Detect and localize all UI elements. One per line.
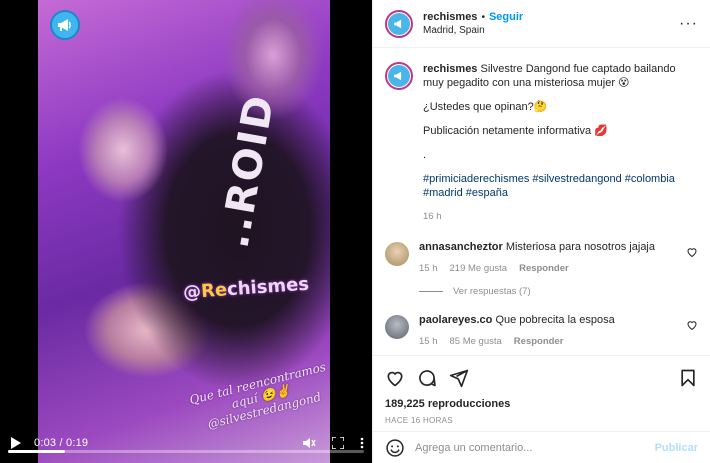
megaphone-icon bbox=[388, 12, 410, 35]
emoji-icon[interactable] bbox=[385, 438, 405, 458]
megaphone-icon bbox=[388, 65, 410, 87]
watermark-rest: chismes bbox=[226, 273, 310, 301]
time-separator: / bbox=[56, 437, 66, 449]
follow-button[interactable]: Seguir bbox=[489, 11, 523, 23]
add-comment-bar: Publicar bbox=[373, 431, 710, 463]
avatar[interactable] bbox=[385, 242, 409, 266]
comment-text: Misteriosa para nosotros jajaja bbox=[505, 241, 655, 253]
comment-likes[interactable]: 85 Me gusta bbox=[450, 335, 502, 349]
caption-hashtags[interactable]: #primiciaderechismes #silvestredangond #… bbox=[423, 172, 693, 200]
view-replies-button[interactable]: Ver respuestas (7) bbox=[419, 286, 698, 297]
video-frame[interactable]: ..ROID @Rechismes Que tal reencontramos … bbox=[38, 0, 330, 463]
heart-icon[interactable] bbox=[686, 246, 698, 258]
watermark-prefix: @ bbox=[182, 281, 202, 304]
post-header: rechismes • Seguir Madrid, Spain ··· bbox=[373, 0, 710, 48]
brand-watermark: @Rechismes bbox=[182, 274, 309, 304]
video-player[interactable]: ..ROID @Rechismes Que tal reencontramos … bbox=[0, 0, 372, 463]
replies-divider bbox=[419, 291, 443, 292]
video-controls: 0:03 / 0:19 bbox=[0, 423, 372, 463]
current-time: 0:03 bbox=[34, 437, 57, 449]
comment-username[interactable]: paolareyes.co bbox=[419, 314, 492, 326]
caption-time: 16 h bbox=[423, 211, 442, 222]
comment-input[interactable] bbox=[415, 441, 655, 454]
fullscreen-icon[interactable] bbox=[332, 436, 344, 450]
post-side-panel: rechismes • Seguir Madrid, Spain ··· rec… bbox=[372, 0, 710, 463]
heart-icon[interactable] bbox=[686, 319, 698, 331]
caption-dot: . bbox=[423, 149, 427, 161]
separator-dot: • bbox=[481, 11, 485, 23]
post-actions: 189,225 reproducciones HACE 16 HORAS bbox=[373, 355, 710, 425]
avatar[interactable] bbox=[385, 62, 413, 90]
heart-icon[interactable] bbox=[385, 368, 405, 388]
reply-button[interactable]: Responder bbox=[514, 335, 564, 349]
post-date: HACE 16 HORAS bbox=[385, 416, 453, 425]
post-username[interactable]: rechismes bbox=[423, 11, 477, 23]
shirt-text: ..ROID bbox=[211, 90, 284, 252]
comment-text: Que pobrecita la esposa bbox=[495, 314, 615, 326]
view-replies-label[interactable]: Ver respuestas (7) bbox=[453, 286, 531, 297]
caption-question: ¿Ustedes que opinan?🤔 bbox=[423, 101, 548, 113]
bookmark-icon[interactable] bbox=[678, 368, 698, 388]
comment-item: annasancheztor Misteriosa para nosotros … bbox=[385, 240, 698, 276]
publish-button[interactable]: Publicar bbox=[655, 442, 698, 454]
play-icon[interactable] bbox=[8, 435, 24, 451]
caption-username[interactable]: rechismes bbox=[423, 63, 477, 75]
duration: 0:19 bbox=[66, 437, 89, 449]
avatar[interactable] bbox=[385, 315, 409, 339]
caption-note: Publicación netamente informativa 💋 bbox=[423, 125, 608, 137]
comment-likes[interactable]: 219 Me gusta bbox=[450, 262, 508, 276]
comment-item: paolareyes.co Que pobrecita la esposa 15… bbox=[385, 313, 698, 349]
mute-icon[interactable] bbox=[302, 436, 316, 450]
video-time: 0:03 / 0:19 bbox=[34, 437, 88, 449]
reply-button[interactable]: Responder bbox=[519, 262, 569, 276]
avatar[interactable] bbox=[385, 9, 413, 38]
more-options-icon[interactable]: ··· bbox=[679, 15, 698, 33]
share-icon[interactable] bbox=[449, 368, 469, 388]
comments-section[interactable]: rechismes Silvestre Dangond fue captado … bbox=[373, 48, 710, 354]
post-caption: rechismes Silvestre Dangond fue captado … bbox=[385, 62, 698, 224]
watermark-highlight: Re bbox=[200, 279, 228, 303]
view-count[interactable]: 189,225 reproducciones bbox=[385, 398, 698, 410]
comment-icon[interactable] bbox=[417, 368, 437, 388]
post-location[interactable]: Madrid, Spain bbox=[423, 25, 523, 36]
megaphone-icon bbox=[50, 10, 80, 40]
comment-username[interactable]: annasancheztor bbox=[419, 241, 503, 253]
comment-time: 15 h bbox=[419, 263, 438, 274]
more-options-icon[interactable] bbox=[360, 436, 364, 450]
comment-time: 15 h bbox=[419, 336, 438, 347]
